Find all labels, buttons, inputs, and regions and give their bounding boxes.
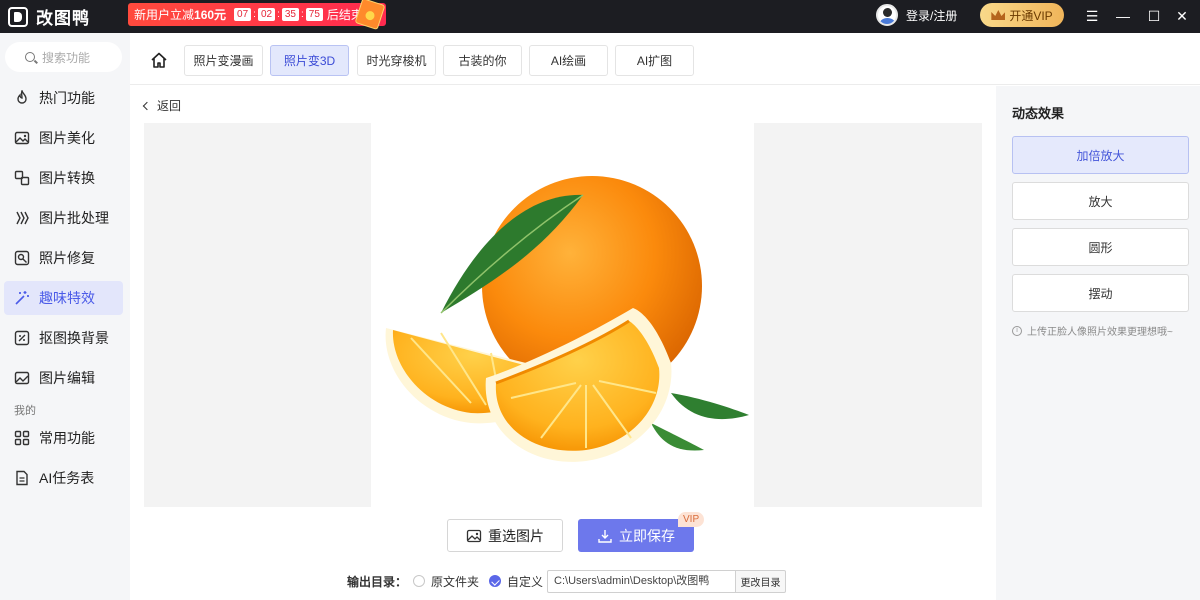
sidebar-item-batch[interactable]: 图片批处理: [4, 201, 123, 235]
sidebar-item-edit[interactable]: 图片编辑: [4, 361, 123, 395]
sidebar-item-label: 抠图换背景: [39, 330, 109, 346]
user-login[interactable]: 登录/注册: [876, 3, 957, 27]
tab-ai-expand[interactable]: AI扩图: [615, 45, 694, 76]
download-icon: [598, 529, 612, 543]
image-edit-icon: [14, 370, 30, 386]
countdown-minutes: 02: [257, 8, 276, 21]
effects-hint: i 上传正脸人像照片效果更理想哦~: [1012, 323, 1173, 338]
sidebar-item-label: 图片美化: [39, 130, 95, 146]
photo-repair-icon: [14, 250, 30, 266]
app-name: 改图鸭: [36, 9, 90, 28]
minimize-icon[interactable]: —: [1112, 5, 1134, 27]
sidebar-item-label: 常用功能: [39, 430, 95, 446]
login-link[interactable]: 登录/注册: [906, 7, 957, 24]
grid-icon: [14, 430, 30, 446]
sidebar-item-label: AI任务表: [39, 470, 95, 486]
image-beautify-icon: [14, 130, 30, 146]
reselect-image-button[interactable]: 重选图片: [447, 519, 563, 552]
effect-zoom[interactable]: 放大: [1012, 182, 1189, 220]
sidebar-item-convert[interactable]: 图片转换: [4, 161, 123, 195]
search-icon: [25, 52, 35, 62]
sidebar: 搜索功能 热门功能 图片美化 图片转换 图片批处理 照片修复 趣味特效 抠图换背…: [0, 33, 130, 600]
title-bar: 改图鸭 新用户立减 160元 07: 02: 35: 75 后结束 登录/注册 开…: [0, 0, 1200, 33]
app-logo: 改图鸭: [8, 4, 90, 29]
sidebar-item-favorites[interactable]: 常用功能: [4, 421, 123, 455]
convert-icon: [14, 170, 30, 186]
promo-amount: 160元: [194, 8, 227, 22]
hint-text: 上传正脸人像照片效果更理想哦~: [1027, 327, 1173, 338]
effects-panel: 动态效果 加倍放大 放大 圆形 摆动 i 上传正脸人像照片效果更理想哦~: [996, 86, 1200, 600]
sidebar-item-label: 图片批处理: [39, 210, 109, 226]
option-custom-label: 自定义: [507, 574, 544, 589]
sidebar-item-label: 趣味特效: [39, 290, 95, 306]
sidebar-item-cutout[interactable]: 抠图换背景: [4, 321, 123, 355]
sidebar-item-ai-tasks[interactable]: AI任务表: [4, 461, 123, 495]
tab-photo-to-comic[interactable]: 照片变漫画: [184, 45, 263, 76]
crown-icon: [991, 10, 1006, 20]
effect-swing[interactable]: 摆动: [1012, 274, 1189, 312]
tab-photo-to-3d[interactable]: 照片变3D: [270, 45, 349, 76]
open-vip-button[interactable]: 开通VIP: [980, 3, 1064, 27]
batch-icon: [14, 210, 30, 226]
task-list-icon: [14, 470, 30, 486]
countdown-seconds: 35: [281, 8, 299, 21]
sidebar-item-label: 图片编辑: [39, 370, 95, 386]
section-label-mine: 我的: [14, 405, 36, 417]
save-now-button[interactable]: 立即保存: [578, 519, 694, 552]
promo-text: 新用户立减: [134, 8, 195, 22]
output-path-field[interactable]: C:\Users\admin\Desktop\改图鸭: [547, 569, 737, 593]
sidebar-item-beautify[interactable]: 图片美化: [4, 121, 123, 155]
home-icon[interactable]: [150, 51, 168, 69]
preview-image: [371, 123, 754, 507]
save-label: 立即保存: [619, 527, 675, 544]
countdown-ms: 75: [305, 8, 323, 21]
sidebar-item-label: 热门功能: [39, 90, 95, 106]
info-icon: i: [1012, 325, 1022, 336]
close-icon[interactable]: ✕: [1171, 5, 1193, 27]
tab-ai-painting[interactable]: AI绘画: [529, 45, 608, 76]
logo-icon: [8, 6, 28, 27]
vip-badge: VIP: [678, 512, 705, 527]
promo-banner[interactable]: 新用户立减 160元 07: 02: 35: 75 后结束: [128, 0, 386, 31]
effects-panel-title: 动态效果: [1012, 106, 1065, 121]
sidebar-item-label: 图片转换: [39, 170, 95, 186]
back-label: 返回: [157, 99, 182, 113]
feature-tabs: 照片变漫画 照片变3D 时光穿梭机 古装的你 AI绘画 AI扩图: [130, 33, 1200, 85]
chevron-left-icon: [142, 101, 152, 110]
magic-wand-icon: [14, 290, 30, 306]
countdown-hours: 07: [234, 8, 252, 21]
radio-custom-folder[interactable]: [489, 575, 502, 587]
radio-original-folder[interactable]: [413, 575, 426, 587]
menu-icon[interactable]: ☰: [1081, 5, 1103, 27]
image-icon: [466, 529, 482, 542]
avatar: [876, 4, 898, 26]
reselect-label: 重选图片: [488, 527, 544, 544]
output-label: 输出目录：: [347, 574, 408, 589]
sidebar-item-label: 照片修复: [39, 250, 95, 266]
red-envelope-icon: [354, 0, 386, 31]
sidebar-item-fun-effects[interactable]: 趣味特效: [4, 281, 123, 315]
sidebar-item-hot[interactable]: 热门功能: [4, 81, 123, 115]
sidebar-item-repair[interactable]: 照片修复: [4, 241, 123, 275]
effect-circle[interactable]: 圆形: [1012, 228, 1189, 266]
back-button[interactable]: 返回: [142, 97, 182, 114]
search-input[interactable]: 搜索功能: [5, 42, 122, 72]
flame-icon: [14, 90, 30, 106]
output-directory: 输出目录： 原文件夹 自定义 C:\Users\admin\Desktop\改图…: [347, 569, 787, 593]
tab-time-machine[interactable]: 时光穿梭机: [357, 45, 436, 76]
search-placeholder: 搜索功能: [42, 50, 91, 65]
option-original-label: 原文件夹: [431, 574, 480, 589]
effect-double-zoom[interactable]: 加倍放大: [1012, 136, 1189, 174]
maximize-icon[interactable]: ☐: [1143, 5, 1165, 27]
open-vip-label: 开通VIP: [1009, 8, 1053, 23]
cutout-icon: [14, 330, 30, 346]
change-directory-button[interactable]: 更改目录: [736, 569, 787, 593]
tab-ancient-costume[interactable]: 古装的你: [443, 45, 522, 76]
